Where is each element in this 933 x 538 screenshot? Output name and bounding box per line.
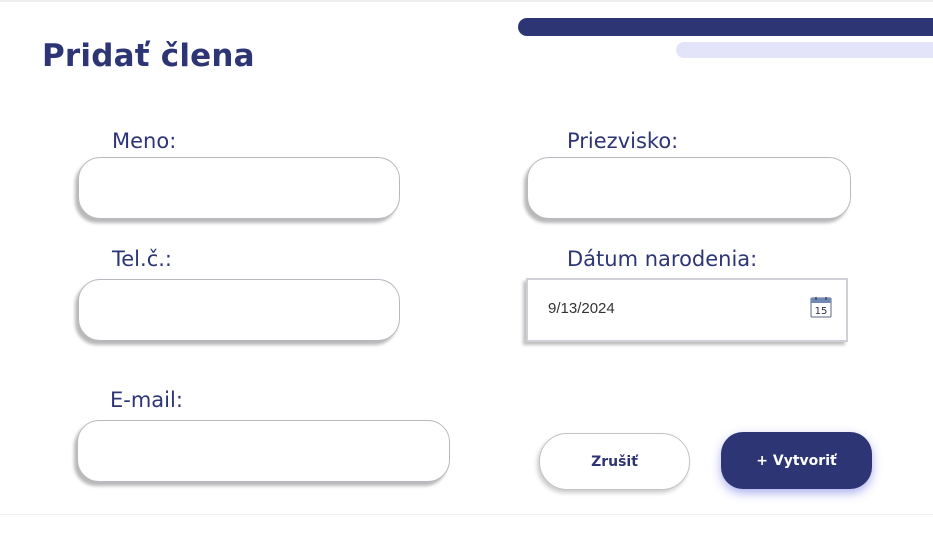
- decorative-bar-light: [676, 42, 933, 58]
- top-border: [0, 0, 933, 2]
- first-name-field[interactable]: [78, 157, 400, 219]
- birth-date-value: 9/13/2024: [548, 300, 615, 317]
- birth-date-picker[interactable]: 9/13/2024 15: [526, 278, 848, 342]
- calendar-icon[interactable]: 15: [810, 296, 832, 318]
- email-label: E-mail:: [110, 388, 183, 412]
- phone-field[interactable]: [78, 279, 400, 341]
- birth-date-label: Dátum narodenia:: [567, 247, 758, 271]
- calendar-icon-day: 15: [815, 306, 828, 317]
- page-title: Pridať člena: [42, 38, 255, 74]
- add-member-window: Pridať člena Meno: Priezvisko: Tel.č.: D…: [0, 0, 933, 538]
- bottom-border: [0, 514, 933, 515]
- create-button[interactable]: + Vytvoriť: [721, 432, 872, 489]
- first-name-label: Meno:: [112, 129, 177, 153]
- decorative-bar-dark: [518, 18, 933, 36]
- cancel-button[interactable]: Zrušiť: [539, 433, 690, 490]
- phone-label: Tel.č.:: [112, 247, 172, 271]
- last-name-label: Priezvisko:: [567, 129, 679, 153]
- email-field[interactable]: [77, 420, 450, 482]
- last-name-field[interactable]: [527, 157, 851, 219]
